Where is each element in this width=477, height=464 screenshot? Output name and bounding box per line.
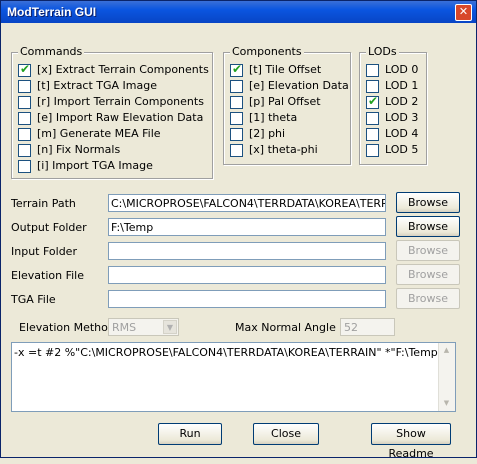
checkbox-label: LOD 0 [385, 63, 419, 76]
input-folder-input[interactable] [108, 242, 386, 260]
commands-group: Commands ✔ [x] Extract Terrain Component… [11, 46, 213, 179]
input-folder-label: Input Folder [11, 245, 77, 258]
show-readme-button[interactable]: Show Readme [371, 423, 451, 460]
command-output-textarea[interactable]: -x =t #2 %"C:\MICROPROSE\FALCON4\TERRDAT… [11, 342, 456, 412]
components-group: Components ✔ [t] Tile Offset [e] Elevati… [223, 46, 351, 165]
elevation-method-select[interactable]: RMS ▼ [108, 318, 179, 336]
checkbox-label: [x] theta-phi [249, 143, 318, 156]
terrain-path-browse-button[interactable]: Browse [396, 192, 460, 213]
max-normal-angle-input[interactable]: 52 [340, 318, 395, 336]
close-button[interactable]: Close [253, 423, 319, 445]
lods-legend: LODs [366, 45, 399, 58]
tga-file-input[interactable] [108, 290, 386, 308]
terrain-path-label: Terrain Path [11, 197, 76, 210]
output-folder-browse-button[interactable]: Browse [396, 216, 460, 237]
checkbox[interactable]: ✔ [18, 62, 31, 77]
vertical-scrollbar[interactable]: ▲ ▼ [438, 343, 455, 411]
tga-file-browse-button[interactable]: Browse [396, 288, 460, 309]
checkbox[interactable] [18, 128, 31, 141]
checkbox[interactable] [18, 160, 31, 173]
checkbox[interactable] [366, 144, 379, 157]
lods-group: LODs LOD 0 LOD 1 ✔ LOD 2 LOD 3 LOD 4 LOD… [359, 46, 427, 165]
checkbox[interactable] [18, 80, 31, 93]
terrain-path-input[interactable]: C:\MICROPROSE\FALCON4\TERRDATA\KOREA\TER… [108, 194, 386, 212]
check-mark-icon: ✔ [368, 94, 379, 108]
output-folder-label: Output Folder [11, 221, 87, 234]
checkbox-label: [p] Pal Offset [249, 95, 321, 108]
checkbox-label: LOD 1 [385, 79, 419, 92]
checkbox[interactable] [366, 128, 379, 141]
checkbox[interactable] [18, 144, 31, 157]
commands-legend: Commands [18, 45, 85, 58]
checkbox-label: [m] Generate MEA File [37, 127, 161, 140]
checkbox-label: LOD 5 [385, 143, 419, 156]
checkbox-label: [e] Elevation Data [249, 79, 349, 92]
close-window-button[interactable]: ✕ [455, 4, 472, 21]
checkbox-label: LOD 4 [385, 127, 419, 140]
checkbox[interactable]: ✔ [230, 62, 243, 77]
elevation-file-input[interactable] [108, 266, 386, 284]
checkbox-label: [t] Tile Offset [249, 63, 322, 76]
checkbox[interactable] [18, 112, 31, 125]
checkbox[interactable] [366, 80, 379, 93]
checkbox-label: [n] Fix Normals [37, 143, 121, 156]
title-bar[interactable]: ModTerrain GUI ✕ [1, 1, 476, 23]
checkbox-label: [i] Import TGA Image [37, 159, 153, 172]
checkbox[interactable] [366, 112, 379, 125]
checkbox[interactable] [230, 80, 243, 93]
tga-file-label: TGA File [11, 293, 56, 306]
checkbox[interactable] [18, 96, 31, 109]
checkbox[interactable]: ✔ [366, 94, 379, 109]
elevation-method-label: Elevation Method [19, 321, 115, 334]
elevation-file-browse-button[interactable]: Browse [396, 264, 460, 285]
scroll-up-icon[interactable]: ▲ [439, 343, 454, 358]
elevation-file-label: Elevation File [11, 269, 84, 282]
checkbox-label: [1] theta [249, 111, 298, 124]
checkbox-label: [t] Extract TGA Image [37, 79, 158, 92]
checkbox[interactable] [230, 128, 243, 141]
checkbox[interactable] [230, 96, 243, 109]
scroll-down-icon[interactable]: ▼ [439, 396, 454, 411]
elevation-method-value: RMS [112, 321, 137, 334]
checkbox[interactable] [366, 64, 379, 77]
checkbox-label: [2] phi [249, 127, 286, 140]
modterrain-window: ModTerrain GUI ✕ Commands ✔ [x] Extract … [0, 0, 477, 460]
checkbox-label: LOD 2 [385, 95, 419, 108]
checkbox[interactable] [230, 112, 243, 125]
window-title: ModTerrain GUI [7, 5, 97, 19]
checkbox-label: [r] Import Terrain Components [37, 95, 204, 108]
checkbox-label: LOD 3 [385, 111, 419, 124]
checkbox[interactable] [230, 144, 243, 157]
checkbox-label: [x] Extract Terrain Components [37, 63, 209, 76]
checkbox-label: [e] Import Raw Elevation Data [37, 111, 204, 124]
components-legend: Components [230, 45, 304, 58]
chevron-down-icon[interactable]: ▼ [163, 320, 177, 334]
output-folder-input[interactable]: F:\Temp [108, 218, 386, 236]
input-folder-browse-button[interactable]: Browse [396, 240, 460, 261]
check-mark-icon: ✔ [20, 62, 31, 76]
max-normal-angle-label: Max Normal Angle [235, 321, 336, 334]
check-mark-icon: ✔ [232, 62, 243, 76]
command-output-text: -x =t #2 %"C:\MICROPROSE\FALCON4\TERRDAT… [14, 346, 443, 359]
run-button[interactable]: Run [158, 423, 222, 445]
